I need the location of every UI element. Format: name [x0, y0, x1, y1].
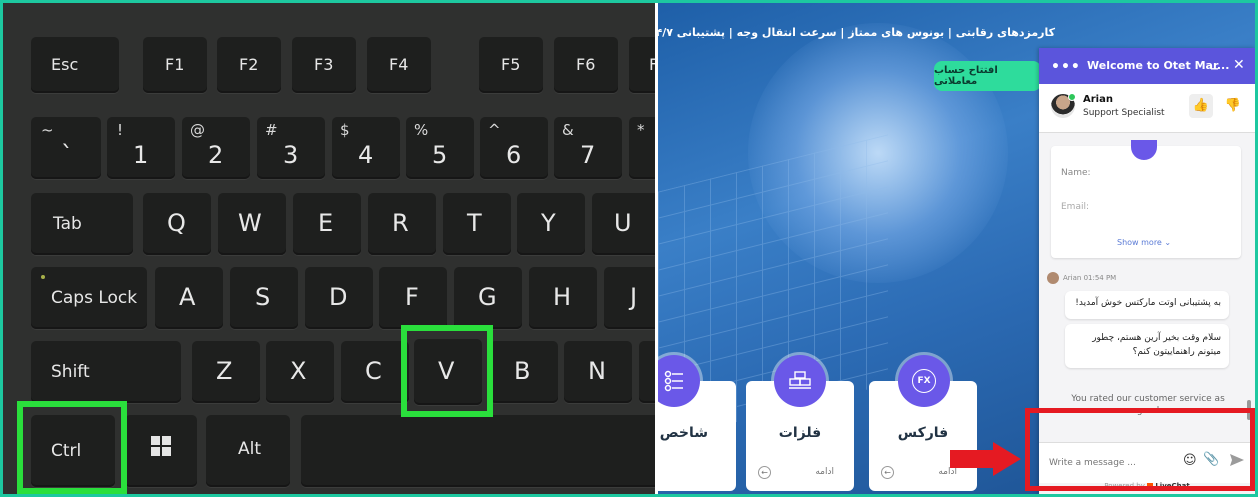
message-avatar [1047, 272, 1059, 284]
key-f[interactable]: F [379, 267, 447, 329]
card-title: شاخص [659, 425, 708, 441]
key-e[interactable]: E [293, 193, 361, 255]
caps-lock-indicator [41, 275, 45, 279]
key-q[interactable]: Q [143, 193, 211, 255]
key-f3[interactable]: F3 [292, 37, 356, 93]
card-arrow-icon[interactable]: ← [881, 466, 894, 479]
key-r[interactable]: R [368, 193, 436, 255]
card-more-link[interactable]: ادامه [815, 467, 834, 477]
key-f7[interactable]: F [629, 37, 655, 93]
key-m[interactable] [639, 341, 655, 403]
key-3[interactable]: # 3 [257, 117, 325, 179]
key-j[interactable]: J [604, 267, 655, 329]
key-g[interactable]: G [454, 267, 522, 329]
form-email-label: Email: [1061, 202, 1090, 212]
hero-banner-text: کارمزدهای رقابتی | بونوس های ممتاز | سرع… [658, 26, 1055, 39]
form-name-label: Name: [1061, 168, 1091, 178]
key-esc[interactable]: Esc [31, 37, 119, 93]
agent-bar: Arian Support Specialist 👍 👎 [1039, 84, 1255, 133]
key-backtick[interactable]: ~ ` [31, 117, 101, 179]
message-input-highlight [1025, 408, 1255, 491]
online-status-dot [1068, 93, 1076, 101]
chat-message-2: سلام وقت بخیر آرین هستم، چطور میتونم راه… [1065, 324, 1229, 368]
message-meta: Arian 01:54 PM [1063, 274, 1117, 282]
key-5[interactable]: % 5 [406, 117, 474, 179]
forex-icon: FX [898, 355, 950, 407]
chat-menu-icon[interactable]: ••• [1051, 59, 1081, 75]
chevron-down-icon: ⌄ [1164, 238, 1172, 247]
key-z[interactable]: Z [192, 341, 260, 403]
key-6[interactable]: ^ 6 [480, 117, 548, 179]
red-arrow-shaft [950, 450, 994, 468]
key-h[interactable]: H [529, 267, 597, 329]
key-tab[interactable]: Tab [31, 193, 133, 255]
key-x[interactable]: X [266, 341, 334, 403]
key-a[interactable]: A [155, 267, 223, 329]
fx-badge: FX [912, 369, 936, 393]
card-more-link[interactable]: ادامه [938, 467, 957, 477]
key-caps-lock[interactable]: Caps Lock [31, 267, 147, 329]
key-shift[interactable]: Shift [31, 341, 181, 403]
key-4[interactable]: $ 4 [332, 117, 400, 179]
minimize-icon[interactable]: _ [1211, 54, 1218, 70]
key-f2[interactable]: F2 [217, 37, 281, 93]
key-1[interactable]: ! 1 [107, 117, 175, 179]
show-more-link[interactable]: Show more ⌄ [1117, 238, 1171, 247]
open-account-button[interactable]: افتتاح حساب معاملاتی [934, 61, 1041, 91]
key-8[interactable]: * [629, 117, 655, 179]
key-f4[interactable]: F4 [367, 37, 431, 93]
key-t[interactable]: T [443, 193, 511, 255]
form-avatar-icon [1131, 140, 1157, 160]
thumbs-down-button[interactable]: 👎 [1221, 94, 1245, 118]
key-w[interactable]: W [218, 193, 286, 255]
v-key-highlight [401, 325, 493, 417]
key-f6[interactable]: F6 [554, 37, 618, 93]
key-f5[interactable]: F5 [479, 37, 543, 93]
key-space[interactable] [301, 415, 655, 487]
keyboard-panel: Esc F1 F2 F3 F4 F5 F6 F ~ ` ! 1 @ 2 # 3 … [3, 3, 655, 494]
key-s[interactable]: S [230, 267, 298, 329]
chat-title: Welcome to Otet Mar... [1087, 59, 1230, 72]
card-title: فلزات [778, 425, 822, 441]
agent-avatar [1051, 93, 1076, 118]
agent-name: Arian [1083, 94, 1113, 105]
key-n[interactable]: N [564, 341, 632, 403]
key-windows[interactable] [125, 415, 197, 487]
red-arrow-icon [993, 442, 1021, 476]
thumbs-up-button[interactable]: 👍 [1189, 94, 1213, 118]
windows-logo-icon [151, 436, 171, 456]
card-title: فارکس [897, 425, 949, 441]
metals-icon [774, 355, 826, 407]
ctrl-key-highlight [17, 401, 127, 494]
close-icon[interactable]: ✕ [1233, 57, 1245, 73]
key-d[interactable]: D [305, 267, 373, 329]
chat-header: ••• Welcome to Otet Mar... _ ✕ [1039, 48, 1255, 84]
chat-message-1: به پشتیبانی اوتت مارکتس خوش آمدید! [1065, 291, 1229, 319]
key-y[interactable]: Y [517, 193, 585, 255]
key-c[interactable]: C [341, 341, 409, 403]
agent-role: Support Specialist [1083, 108, 1165, 118]
key-alt[interactable]: Alt [206, 415, 290, 487]
prechat-form-card: Name: Email: Show more ⌄ [1051, 140, 1241, 258]
key-f1[interactable]: F1 [143, 37, 207, 93]
card-arrow-icon[interactable]: ← [758, 466, 771, 479]
key-b[interactable]: B [490, 341, 558, 403]
key-7[interactable]: & 7 [554, 117, 622, 179]
key-2[interactable]: @ 2 [182, 117, 250, 179]
key-u[interactable]: U [592, 193, 655, 255]
